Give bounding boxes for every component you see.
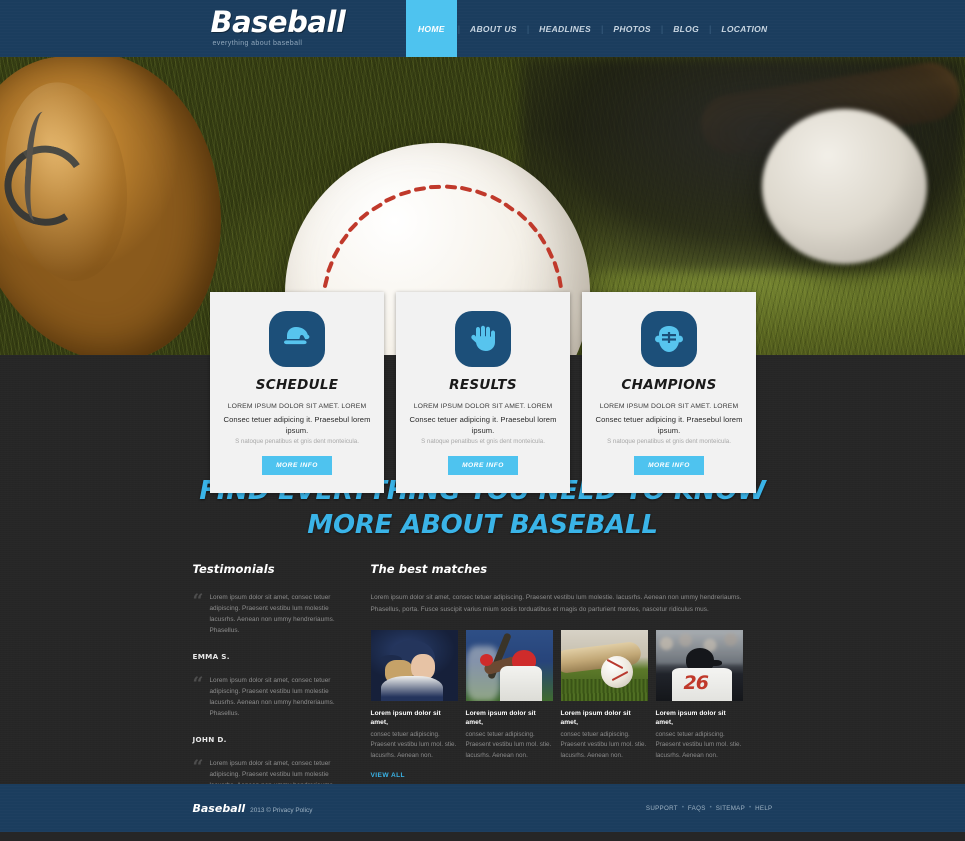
- jersey-number: 26: [683, 672, 709, 695]
- testimonial-author: JOHN D.: [192, 735, 227, 745]
- helmet-brim-shape: [707, 660, 722, 667]
- page-root: Baseball everything about baseball HOME |…: [0, 0, 965, 832]
- nav-item-home[interactable]: HOME: [405, 0, 457, 57]
- match-item: Lorem ipsum dolor sit amet, consec tetuer…: [560, 630, 648, 762]
- testimonials-title: Testimonials: [192, 562, 275, 576]
- best-matches-title: The best matches: [370, 562, 488, 576]
- baseball-seam-stitch: [557, 275, 564, 289]
- baseball-cap-icon: [269, 311, 325, 367]
- view-all-link[interactable]: VIEW ALL: [371, 772, 405, 779]
- feature-card-line2: Consec tetuer adipicing it. Praesebul lo…: [595, 414, 743, 435]
- best-matches-intro: Lorem ipsum dolor sit amet, consec tetue…: [370, 594, 742, 613]
- nav-link-label[interactable]: PHOTOS: [604, 0, 660, 57]
- quote-mark-icon: “: [192, 590, 204, 612]
- feature-card-title: SCHEDULE: [255, 377, 339, 393]
- match-thumbnails: Lorem ipsum dolor sit amet, consec tetuer…: [370, 630, 743, 762]
- jersey-shape: [499, 666, 542, 702]
- footer-links: SUPPORT • FAQS • SITEMAP • HELP: [646, 805, 773, 812]
- baseball-seam: [303, 187, 573, 307]
- secondary-baseball-shape: [762, 109, 927, 264]
- nav-link-label[interactable]: HEADLINES: [530, 0, 600, 57]
- testimonial-text: Lorem ipsum dolor sit amet, consec tetue…: [209, 677, 335, 718]
- match-caption-body: consec tetuer adipiscing. Praesent vesti…: [655, 730, 742, 759]
- feature-card-line1: LOREM IPSUM DOLOR SIT AMET. LOREM: [413, 403, 553, 410]
- feature-card-line3: S natoque penatibus et gnis dent monteic…: [421, 438, 545, 446]
- player-number-26-photo[interactable]: 26: [655, 630, 743, 702]
- nav-item-location[interactable]: LOCATION: [712, 0, 776, 57]
- match-caption-heading: Lorem ipsum dolor sit amet,: [560, 710, 631, 727]
- nav-item-photos[interactable]: PHOTOS: [604, 0, 660, 57]
- testimonial-item: “Lorem ipsum dolor sit amet, consec tetu…: [192, 673, 345, 745]
- nav-item-headlines[interactable]: HEADLINES: [530, 0, 600, 57]
- logo-text: Baseball: [210, 5, 346, 39]
- feature-card-line2: Consec tetuer adipicing it. Praesebul lo…: [409, 414, 557, 435]
- site-logo[interactable]: Baseball everything about baseball: [210, 5, 346, 48]
- footer-brand: Baseball 2013 © Privacy Policy: [193, 802, 313, 815]
- footer-link-help[interactable]: HELP: [755, 805, 772, 812]
- feature-card-champions: CHAMPIONS LOREM IPSUM DOLOR SIT AMET. LOR…: [582, 292, 756, 494]
- nav-link-label[interactable]: LOCATION: [712, 0, 776, 57]
- footer-link-separator: •: [681, 805, 684, 811]
- match-caption-heading: Lorem ipsum dolor sit amet,: [465, 710, 536, 727]
- footer-copyright: 2013 © Privacy Policy: [250, 806, 313, 814]
- main-navigation: HOME | ABOUT US | HEADLINES | PHOTOS | BLOG | LOCA…: [405, 0, 777, 57]
- match-caption-heading: Lorem ipsum dolor sit amet,: [370, 710, 441, 727]
- testimonial-author: EMMA S.: [192, 652, 230, 662]
- feature-cards: SCHEDULE LOREM IPSUM DOLOR SIT AMET. LORE…: [210, 292, 756, 494]
- site-footer: Baseball 2013 © Privacy Policy SUPPORT • F…: [0, 784, 965, 832]
- nav-item-blog[interactable]: BLOG: [664, 0, 708, 57]
- site-header: Baseball everything about baseball HOME |…: [0, 0, 965, 57]
- body-shape: [380, 676, 443, 702]
- nav-link-label[interactable]: BLOG: [664, 0, 708, 57]
- footer-link-separator: •: [749, 805, 752, 811]
- feature-card-title: RESULTS: [449, 377, 517, 393]
- match-item: Lorem ipsum dolor sit amet, consec tetuer…: [370, 630, 458, 762]
- nav-link-label[interactable]: ABOUT US: [461, 0, 526, 57]
- feature-card-line2: Consec tetuer adipicing it. Praesebul lo…: [223, 414, 371, 435]
- youth-player-photo[interactable]: [370, 630, 458, 702]
- match-item: Lorem ipsum dolor sit amet, consec tetuer…: [465, 630, 553, 762]
- baseball-seam-stitch: [429, 185, 442, 190]
- catcher-mask-icon: [641, 311, 697, 367]
- logo-tagline: everything about baseball: [212, 40, 303, 47]
- footer-link-separator: •: [709, 805, 712, 811]
- more-info-button[interactable]: MORE INFO: [448, 456, 518, 476]
- baseball-glove-icon: [455, 311, 511, 367]
- bat-and-ball-photo[interactable]: [560, 630, 648, 702]
- testimonial-text: Lorem ipsum dolor sit amet, consec tetue…: [209, 594, 335, 635]
- feature-card-schedule: SCHEDULE LOREM IPSUM DOLOR SIT AMET. LORE…: [210, 292, 384, 494]
- feature-card-line1: LOREM IPSUM DOLOR SIT AMET. LOREM: [599, 403, 739, 410]
- match-caption-body: consec tetuer adipiscing. Praesent vesti…: [370, 730, 457, 759]
- footer-link-faqs[interactable]: FAQS: [688, 805, 706, 812]
- footer-logo[interactable]: Baseball: [193, 802, 246, 815]
- feature-card-line1: LOREM IPSUM DOLOR SIT AMET. LOREM: [227, 403, 367, 410]
- match-item: 26 Lorem ipsum dolor sit amet, consec tetu…: [655, 630, 743, 762]
- more-info-button[interactable]: MORE INFO: [634, 456, 704, 476]
- nav-item-about-us[interactable]: ABOUT US: [461, 0, 526, 57]
- feature-card-results: RESULTS LOREM IPSUM DOLOR SIT AMET. LOREM…: [396, 292, 570, 494]
- feature-card-line3: S natoque penatibus et gnis dent monteic…: [607, 438, 731, 446]
- batter-swinging-photo[interactable]: [465, 630, 553, 702]
- quote-mark-icon: “: [192, 673, 204, 696]
- nav-link-label[interactable]: HOME: [405, 0, 457, 57]
- batting-glove-shape: [479, 654, 493, 667]
- footer-link-sitemap[interactable]: SITEMAP: [716, 805, 745, 812]
- match-caption-body: consec tetuer adipiscing. Praesent vesti…: [560, 730, 647, 759]
- feature-card-title: CHAMPIONS: [621, 377, 717, 393]
- feature-card-line3: S natoque penatibus et gnis dent monteic…: [235, 438, 359, 446]
- promo-heading-line2: MORE ABOUT BASEBALL: [307, 510, 658, 541]
- footer-link-support[interactable]: SUPPORT: [646, 805, 678, 812]
- match-caption-body: consec tetuer adipiscing. Praesent vesti…: [465, 730, 552, 759]
- more-info-button[interactable]: MORE INFO: [262, 456, 332, 476]
- match-caption-heading: Lorem ipsum dolor sit amet,: [655, 710, 726, 727]
- testimonial-item: “Lorem ipsum dolor sit amet, consec tetu…: [192, 590, 345, 662]
